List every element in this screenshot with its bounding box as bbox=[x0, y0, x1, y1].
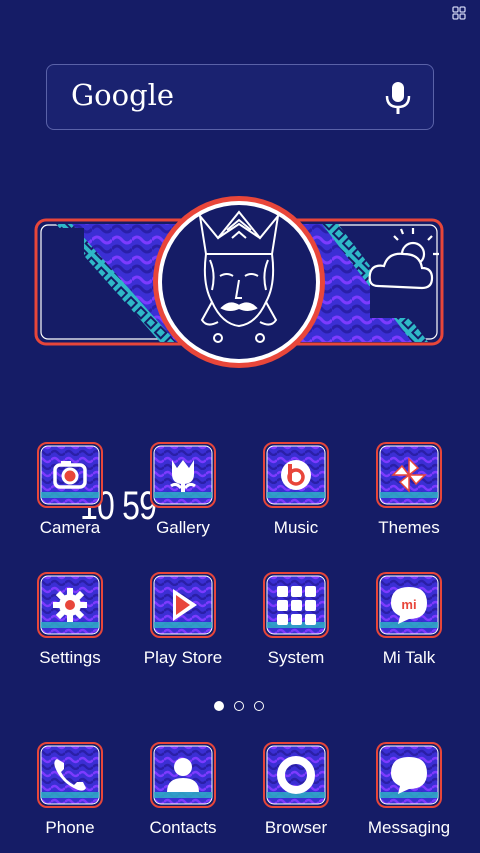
app-label: Settings bbox=[39, 648, 101, 667]
edit-mode-icon[interactable] bbox=[452, 6, 466, 20]
app-gallery[interactable]: Gallery bbox=[128, 442, 238, 538]
app-tile bbox=[263, 572, 329, 638]
app-tile bbox=[150, 742, 216, 808]
widget-banner bbox=[34, 196, 444, 368]
app-camera[interactable]: Camera bbox=[15, 442, 125, 538]
folder-grid-icon bbox=[277, 586, 316, 625]
app-tile bbox=[376, 742, 442, 808]
search-bar[interactable]: Google bbox=[46, 64, 434, 130]
app-tile bbox=[263, 742, 329, 808]
app-tile bbox=[150, 572, 216, 638]
page-indicator[interactable] bbox=[214, 701, 270, 713]
app-settings[interactable]: Settings bbox=[15, 572, 125, 668]
app-label: System bbox=[267, 648, 325, 667]
app-label: Contacts bbox=[149, 818, 217, 837]
app-tile bbox=[376, 442, 442, 508]
app-tile bbox=[37, 742, 103, 808]
app-phone[interactable]: Phone bbox=[15, 742, 125, 838]
page-dot-2[interactable] bbox=[234, 701, 244, 711]
app-tile: mi bbox=[376, 572, 442, 638]
app-label: Camera bbox=[39, 518, 101, 537]
app-label: Messaging bbox=[367, 818, 451, 837]
app-tile bbox=[37, 572, 103, 638]
app-music[interactable]: Music bbox=[241, 442, 351, 538]
app-themes[interactable]: Themes bbox=[354, 442, 464, 538]
app-system[interactable]: System bbox=[241, 572, 351, 668]
app-messaging[interactable]: Messaging bbox=[354, 742, 464, 838]
app-label: Themes bbox=[378, 518, 440, 537]
app-label: Play Store bbox=[143, 648, 223, 667]
svg-text:mi: mi bbox=[401, 597, 416, 612]
gear-icon bbox=[53, 588, 87, 622]
app-label: Browser bbox=[264, 818, 328, 837]
beats-icon bbox=[281, 460, 311, 490]
app-browser[interactable]: Browser bbox=[241, 742, 351, 838]
app-contacts[interactable]: Contacts bbox=[128, 742, 238, 838]
app-tile bbox=[263, 442, 329, 508]
app-mi-talk[interactable]: mi Mi Talk bbox=[354, 572, 464, 668]
app-label: Music bbox=[273, 518, 319, 537]
search-brand-text: Google bbox=[71, 78, 175, 112]
app-label: Gallery bbox=[156, 518, 210, 537]
app-tile bbox=[150, 442, 216, 508]
page-dot-3[interactable] bbox=[254, 701, 264, 711]
app-label: Mi Talk bbox=[382, 648, 436, 667]
app-label: Phone bbox=[45, 818, 95, 837]
app-tile bbox=[37, 442, 103, 508]
page-dot-1[interactable] bbox=[214, 701, 224, 711]
app-play-store[interactable]: Play Store bbox=[128, 572, 238, 668]
clock-weather-widget[interactable]: 10 59 bbox=[32, 194, 446, 528]
microphone-icon[interactable] bbox=[385, 82, 411, 114]
